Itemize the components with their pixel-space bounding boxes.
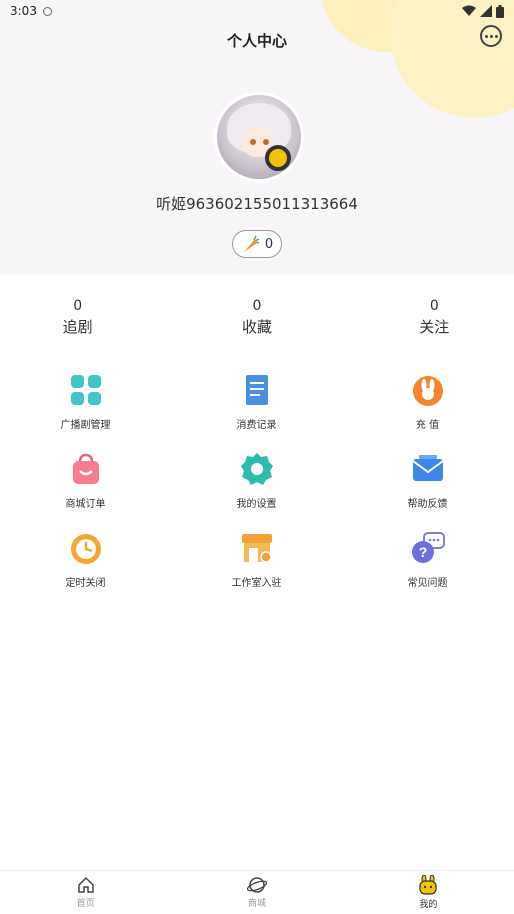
home-icon <box>77 876 94 893</box>
carrot-balance[interactable]: 0 <box>232 230 282 258</box>
menu-studio-join[interactable]: 工作室入驻 <box>171 530 342 609</box>
avatar[interactable] <box>217 95 301 179</box>
menu-label: 充 值 <box>415 420 440 431</box>
page-title: 个人中心 <box>226 32 287 50</box>
menu-label: 帮助反馈 <box>407 499 448 510</box>
tab-home[interactable]: 首页 <box>0 871 171 914</box>
menu-label: 我的设置 <box>236 499 277 510</box>
tab-label: 商城 <box>247 899 266 909</box>
stat-label: 关注 <box>419 318 450 336</box>
carrot-icon <box>243 235 260 252</box>
question-chat-icon: ? <box>411 532 445 563</box>
stat-follows[interactable]: 0 关注 <box>349 298 514 337</box>
message-icon[interactable] <box>480 25 502 47</box>
menu-help-feedback[interactable]: 帮助反馈 <box>342 451 513 530</box>
menu-label: 常见问题 <box>407 578 448 589</box>
menu-settings[interactable]: 我的设置 <box>171 451 342 530</box>
signal-icon <box>480 5 492 17</box>
tab-mall[interactable]: 商城 <box>171 871 342 914</box>
notification-icon <box>42 6 52 16</box>
stats-row: 0 追剧 0 收藏 0 关注 <box>0 298 514 337</box>
receipt-icon <box>245 375 268 405</box>
feature-grid: 广播剧管理 消费记录 充 值 商城订单 我的设置 帮助反馈 定时关闭 工作室入驻… <box>0 372 514 609</box>
shopping-bag-icon <box>72 453 99 484</box>
storefront-icon <box>241 534 272 563</box>
bunny-coin-icon <box>412 376 443 406</box>
username: 听姬963602155011313664 <box>156 195 358 213</box>
gear-icon <box>240 453 273 485</box>
bottom-tab-bar: 首页 商城 我的 <box>0 870 514 914</box>
stat-following-dramas[interactable]: 0 追剧 <box>0 298 163 337</box>
stat-label: 追剧 <box>62 318 93 336</box>
stat-value: 0 <box>73 298 83 314</box>
tab-mine[interactable]: 我的 <box>343 871 514 914</box>
menu-label: 广播剧管理 <box>60 420 111 431</box>
stat-label: 收藏 <box>241 318 272 336</box>
menu-spending-records[interactable]: 消费记录 <box>171 372 342 451</box>
menu-faq[interactable]: ? 常见问题 <box>342 530 513 609</box>
mail-icon <box>411 455 444 481</box>
status-bar: 3:03 <box>0 0 514 22</box>
menu-label: 消费记录 <box>236 420 277 431</box>
menu-recharge[interactable]: 充 值 <box>342 372 513 451</box>
menu-label: 定时关闭 <box>65 578 106 589</box>
bunny-face-icon <box>419 875 437 895</box>
stat-value: 0 <box>252 298 262 314</box>
grid-apps-icon <box>70 375 101 405</box>
stat-favorites[interactable]: 0 收藏 <box>171 298 342 337</box>
planet-icon <box>246 877 267 893</box>
menu-label: 商城订单 <box>65 499 106 510</box>
battery-icon <box>496 4 504 18</box>
stat-value: 0 <box>429 298 439 314</box>
menu-drama-management[interactable]: 广播剧管理 <box>0 372 171 451</box>
menu-label: 工作室入驻 <box>231 578 282 589</box>
alarm-clock-icon <box>70 534 101 564</box>
svg-text:?: ? <box>418 544 427 560</box>
menu-shop-orders[interactable]: 商城订单 <box>0 451 171 530</box>
status-time: 3:03 <box>10 4 37 18</box>
tab-label: 我的 <box>419 900 438 910</box>
wifi-icon <box>462 5 476 16</box>
tab-label: 首页 <box>76 899 95 909</box>
carrot-count: 0 <box>264 236 274 252</box>
menu-timer-off[interactable]: 定时关闭 <box>0 530 171 609</box>
